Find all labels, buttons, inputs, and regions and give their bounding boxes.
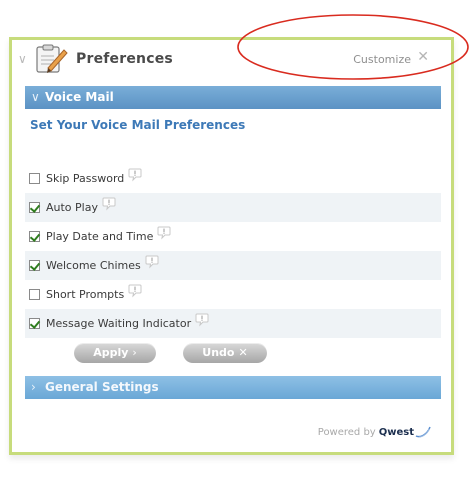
info-bubble-icon[interactable] (195, 313, 209, 327)
option-checkbox[interactable] (29, 289, 40, 300)
info-bubble-icon[interactable] (102, 197, 116, 211)
option-checkbox[interactable] (29, 202, 40, 213)
close-icon: ✕ (238, 346, 248, 359)
powered-by-text: Powered by (317, 426, 376, 438)
page: ∨ Preferences Customize ✕ ∨ Voice Mail Se… (0, 0, 472, 477)
info-bubble-icon[interactable] (145, 255, 159, 269)
option-label: Auto Play (46, 201, 98, 214)
qwest-swoosh-icon (415, 426, 431, 438)
option-row: Message Waiting Indicator (25, 309, 441, 338)
option-row: Welcome Chimes (25, 251, 441, 280)
option-label: Play Date and Time (46, 230, 154, 243)
powered-by-footer: Powered by Qwest (318, 426, 431, 438)
info-bubble-icon[interactable] (157, 226, 171, 240)
info-bubble-icon[interactable] (128, 168, 142, 182)
chevron-right-icon: › (132, 346, 137, 359)
option-row: Skip Password (25, 164, 441, 193)
widget-header: ∨ Preferences Customize ✕ (12, 40, 451, 78)
option-label: Skip Password (46, 172, 125, 185)
chevron-right-icon: › (31, 380, 36, 394)
voice-mail-section-header[interactable]: ∨ Voice Mail (25, 86, 441, 109)
voice-mail-heading: Set Your Voice Mail Preferences (30, 118, 246, 132)
info-bubble-icon[interactable] (128, 284, 142, 298)
option-label: Short Prompts (46, 288, 125, 301)
option-label: Welcome Chimes (46, 259, 141, 272)
apply-button-label: Apply (93, 346, 129, 359)
voice-mail-section-label: Voice Mail (45, 90, 114, 104)
option-checkbox[interactable] (29, 231, 40, 242)
customize-link[interactable]: Customize (353, 53, 411, 66)
general-settings-section-header[interactable]: › General Settings (25, 376, 441, 399)
option-row: Play Date and Time (25, 222, 441, 251)
option-label: Message Waiting Indicator (46, 317, 192, 330)
voice-mail-options-list: Skip Password Auto Play Play Date and Time… (25, 164, 441, 338)
widget-title: Preferences (76, 51, 173, 67)
close-icon[interactable]: ✕ (417, 49, 429, 65)
preferences-icon (36, 44, 68, 73)
undo-button-label: Undo (202, 346, 235, 359)
option-row: Auto Play (25, 193, 441, 222)
apply-button[interactable]: Apply › (74, 343, 156, 363)
undo-button[interactable]: Undo ✕ (183, 343, 267, 363)
option-row: Short Prompts (25, 280, 441, 309)
option-checkbox[interactable] (29, 173, 40, 184)
preferences-widget: ∨ Preferences Customize ✕ ∨ Voice Mail Se… (9, 37, 454, 455)
option-checkbox[interactable] (29, 260, 40, 271)
option-checkbox[interactable] (29, 318, 40, 329)
chevron-down-icon[interactable]: ∨ (18, 53, 30, 65)
chevron-down-icon: ∨ (31, 90, 40, 104)
general-settings-section-label: General Settings (45, 380, 159, 394)
qwest-logo: Qwest (378, 426, 414, 438)
